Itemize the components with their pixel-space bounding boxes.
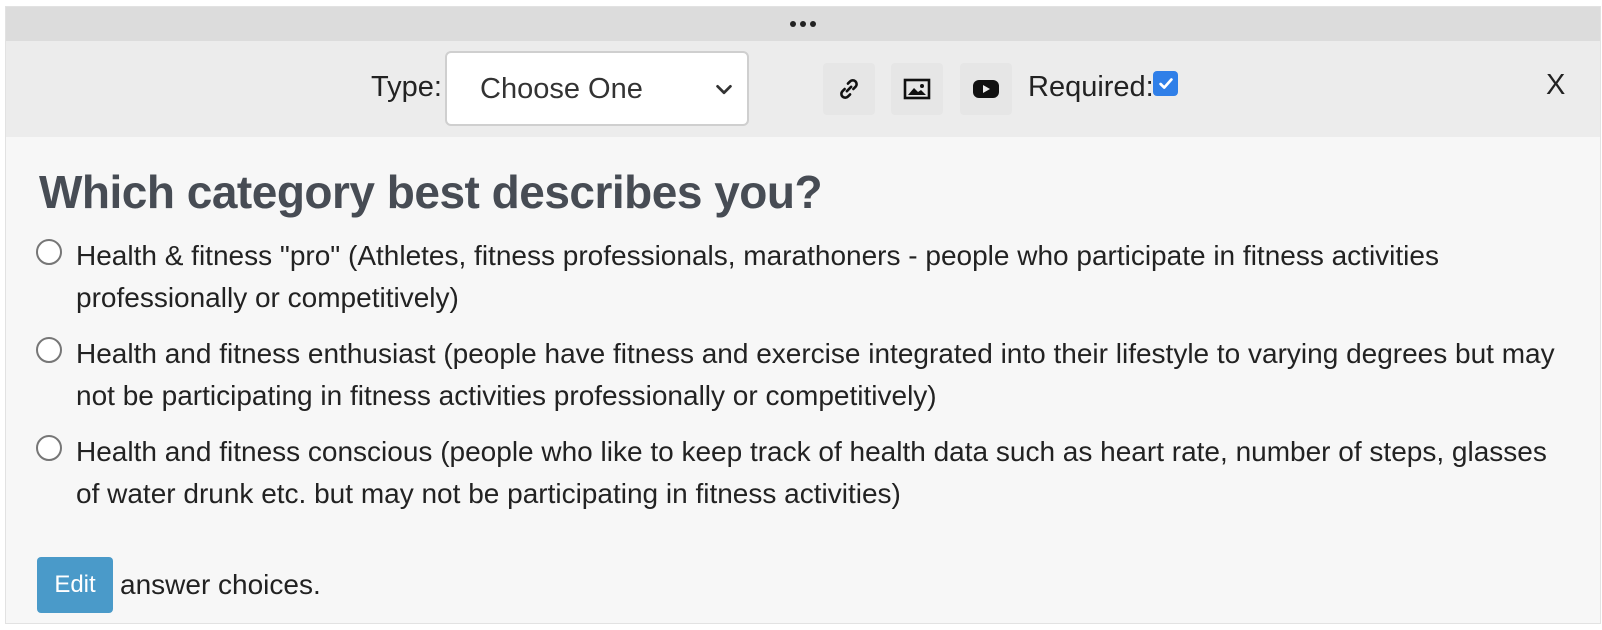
more-dots-icon[interactable]: [790, 21, 816, 27]
chevron-down-icon: [716, 84, 732, 95]
type-select-value: Choose One: [480, 73, 643, 105]
drag-handle[interactable]: [6, 7, 1600, 41]
choice-label: Health and fitness enthusiast (people ha…: [76, 338, 1555, 411]
required-checkbox[interactable]: [1153, 71, 1178, 96]
question-title: Which category best describes you?: [39, 166, 823, 218]
close-button[interactable]: X: [1546, 69, 1565, 102]
question-toolbar: Type: Choose One Required: X: [6, 41, 1600, 137]
type-label: Type:: [371, 71, 442, 103]
checkmark-icon: [1158, 77, 1173, 89]
insert-link-button[interactable]: [823, 63, 875, 115]
choice-radio[interactable]: [36, 239, 62, 265]
choice-label: Health and fitness conscious (people who…: [76, 436, 1547, 509]
image-icon: [903, 78, 931, 100]
insert-image-button[interactable]: [891, 63, 943, 115]
choice-radio[interactable]: [36, 337, 62, 363]
choice-label: Health & fitness "pro" (Athletes, fitnes…: [76, 240, 1439, 313]
edit-button[interactable]: Edit: [37, 557, 113, 613]
edit-suffix-text: answer choices.: [120, 569, 321, 600]
required-label: Required:: [1028, 71, 1154, 103]
link-icon: [840, 79, 858, 99]
youtube-icon: [973, 80, 999, 98]
choice-radio[interactable]: [36, 435, 62, 461]
insert-video-button[interactable]: [960, 63, 1012, 115]
type-select[interactable]: Choose One: [445, 51, 749, 126]
question-card: Type: Choose One Required: X Which categ…: [5, 6, 1601, 624]
